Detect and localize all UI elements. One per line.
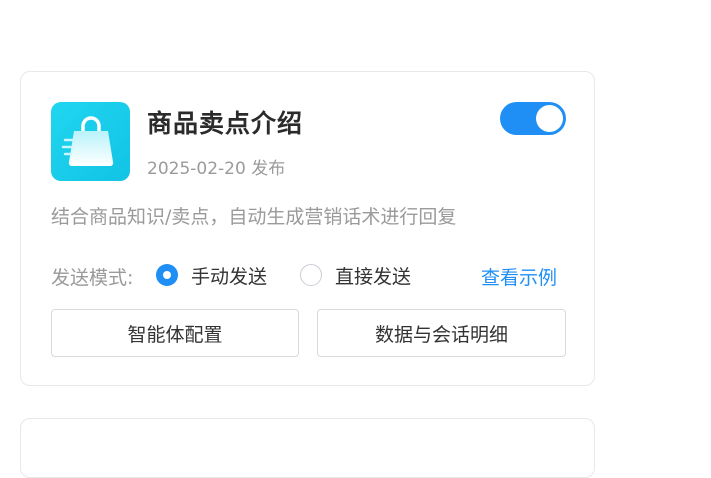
radio-manual-send[interactable]: 手动发送 bbox=[156, 262, 267, 288]
next-feature-card bbox=[20, 418, 595, 478]
radio-direct-send[interactable]: 直接发送 bbox=[300, 262, 411, 288]
enable-toggle[interactable] bbox=[500, 102, 566, 135]
send-mode-label: 发送模式: bbox=[51, 267, 134, 289]
data-details-button[interactable]: 数据与会话明细 bbox=[317, 309, 566, 357]
card-title: 商品卖点介绍 bbox=[147, 109, 304, 138]
publish-date: 2025-02-20 发布 bbox=[147, 159, 286, 179]
shopping-bag-icon bbox=[51, 102, 130, 181]
radio-label: 手动发送 bbox=[191, 265, 268, 288]
view-example-link[interactable]: 查看示例 bbox=[481, 263, 557, 290]
radio-checked-icon bbox=[156, 264, 178, 286]
toggle-knob bbox=[536, 105, 563, 132]
radio-unchecked-icon bbox=[300, 264, 322, 286]
feature-card: 商品卖点介绍 2025-02-20 发布 结合商品知识/卖点，自动生成营销话术进… bbox=[20, 71, 595, 386]
card-description: 结合商品知识/卖点，自动生成营销话术进行回复 bbox=[51, 206, 457, 228]
agent-config-button[interactable]: 智能体配置 bbox=[51, 309, 299, 357]
radio-label: 直接发送 bbox=[335, 265, 412, 288]
